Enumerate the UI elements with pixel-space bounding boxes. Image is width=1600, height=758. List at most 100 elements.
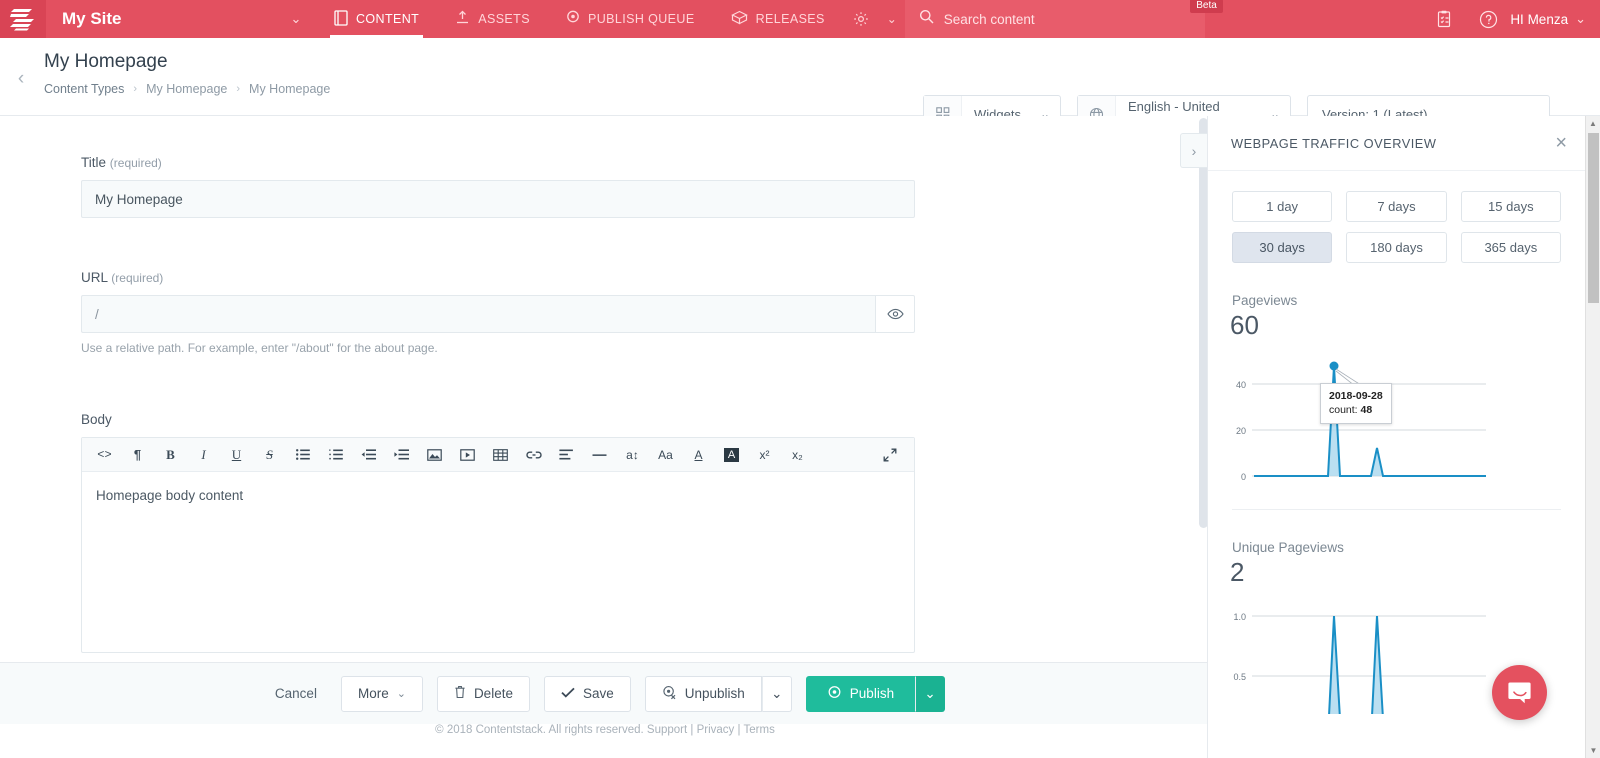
breadcrumb-item-content-type[interactable]: My Homepage — [146, 82, 227, 96]
rich-text-editor: <> ¶ B I U S a↕ Aa A A x² x₂ Homepage bo… — [81, 437, 915, 653]
subscript-icon[interactable]: x₂ — [781, 438, 814, 471]
user-menu-chevron-icon: ⌄ — [1575, 11, 1586, 26]
bulleted-list-icon[interactable] — [286, 438, 319, 471]
background-color-icon[interactable]: A — [715, 438, 748, 471]
assets-upload-icon — [455, 10, 470, 28]
gear-icon[interactable] — [843, 0, 879, 38]
settings-chevron-icon[interactable]: ⌄ — [879, 0, 905, 38]
publish-split-button: Publish ⌄ — [805, 675, 946, 712]
range-button-180-days[interactable]: 180 days — [1346, 232, 1447, 263]
range-button-1-day[interactable]: 1 day — [1232, 191, 1333, 222]
site-switcher-chevron-icon[interactable]: ⌄ — [276, 0, 316, 38]
range-button-7-days[interactable]: 7 days — [1346, 191, 1447, 222]
align-icon[interactable] — [550, 438, 583, 471]
footer-link-privacy[interactable]: Privacy — [697, 724, 735, 736]
highlighted-data-point — [1329, 361, 1339, 371]
collapse-panel-chevron-icon[interactable]: › — [1180, 133, 1207, 168]
label-text: URL — [81, 270, 108, 285]
svg-text:1.0: 1.0 — [1233, 612, 1246, 622]
footer-copyright: © 2018 Contentstack. All rights reserved… — [435, 724, 644, 736]
breadcrumb: Content Types › My Homepage › My Homepag… — [44, 82, 330, 96]
insert-table-icon[interactable] — [484, 438, 517, 471]
svg-text:20: 20 — [1236, 426, 1246, 436]
nav-item-publish-queue[interactable]: PUBLISH QUEUE — [548, 0, 713, 38]
url-field-group: URL (required) / Use a relative path. Fo… — [81, 270, 915, 355]
body-field-group: Body <> ¶ B I U S a↕ Aa A A x² x₂ Homepa… — [81, 412, 915, 653]
underline-icon[interactable]: U — [220, 438, 253, 471]
scrollbar-down-arrow-icon[interactable]: ▼ — [1586, 743, 1600, 758]
nav-item-content[interactable]: CONTENT — [316, 0, 437, 38]
user-menu[interactable]: HI Menza ⌄ — [1510, 0, 1600, 38]
bold-icon[interactable]: B — [154, 438, 187, 471]
body-editor-content[interactable]: Homepage body content — [82, 472, 914, 652]
search-input[interactable]: Search content Beta — [904, 0, 1223, 38]
font-color-icon[interactable]: A — [682, 438, 715, 471]
scrollbar-up-arrow-icon[interactable]: ▲ — [1586, 116, 1600, 131]
font-size-icon[interactable]: Aa — [649, 438, 682, 471]
url-input[interactable]: / — [81, 295, 875, 333]
beta-badge: Beta — [1190, 0, 1223, 13]
nav-item-releases[interactable]: RELEASES — [713, 0, 843, 38]
unpublish-dropdown-chevron-icon[interactable]: ⌄ — [761, 675, 792, 712]
insert-image-icon[interactable] — [418, 438, 451, 471]
site-name[interactable]: My Site — [46, 0, 276, 38]
footer-separator: | — [737, 724, 741, 736]
unpublish-button[interactable]: Unpublish — [644, 675, 762, 712]
cancel-button[interactable]: Cancel — [265, 686, 327, 701]
panel-scrollbar-thumb[interactable] — [1588, 133, 1599, 303]
breadcrumb-item-entry: My Homepage — [249, 82, 331, 96]
outdent-icon[interactable] — [352, 438, 385, 471]
insert-video-icon[interactable] — [451, 438, 484, 471]
footer-link-support[interactable]: Support — [647, 724, 687, 736]
insert-link-icon[interactable] — [517, 438, 550, 471]
more-label: More — [357, 686, 389, 701]
publish-globe-icon — [827, 685, 842, 703]
strikethrough-icon[interactable]: S — [253, 438, 286, 471]
numbered-list-icon[interactable] — [319, 438, 352, 471]
panel-header: WEBPAGE TRAFFIC OVERVIEW × — [1208, 116, 1585, 171]
contentstack-logo-icon[interactable] — [0, 0, 46, 38]
nav-item-assets[interactable]: ASSETS — [437, 0, 548, 38]
intercom-chat-icon[interactable] — [1492, 665, 1547, 720]
panel-scrollbar[interactable]: ▲ ▼ — [1585, 116, 1600, 758]
italic-icon[interactable]: I — [187, 438, 220, 471]
user-greeting: HI Menza — [1510, 11, 1569, 27]
indent-icon[interactable] — [385, 438, 418, 471]
horizontal-rule-icon[interactable] — [583, 438, 616, 471]
delete-button[interactable]: Delete — [436, 675, 530, 712]
range-button-30-days[interactable]: 30 days — [1232, 232, 1333, 263]
footer-link-terms[interactable]: Terms — [744, 724, 775, 736]
entry-action-bar: Cancel More ⌄ Delete Save Unpublish ⌄ Pu… — [0, 662, 1210, 724]
back-chevron-icon[interactable]: ‹ — [10, 68, 32, 90]
fullscreen-expand-icon[interactable] — [873, 438, 906, 471]
publish-dropdown-chevron-icon[interactable]: ⌄ — [915, 675, 946, 712]
eye-preview-icon[interactable] — [875, 295, 915, 333]
url-input-row: / — [81, 295, 915, 333]
paragraph-pilcrow-icon[interactable]: ¶ — [121, 438, 154, 471]
body-field-label: Body — [81, 412, 112, 427]
clipboard-tasks-icon[interactable] — [1422, 0, 1466, 38]
metric-value: 60 — [1230, 310, 1259, 340]
publish-button[interactable]: Publish — [805, 675, 916, 712]
range-button-365-days[interactable]: 365 days — [1460, 232, 1561, 263]
tooltip-count-value: 48 — [1360, 404, 1373, 417]
breadcrumb-separator-icon: › — [133, 83, 138, 95]
chart-tooltip: 2018-09-28 count: 48 — [1320, 383, 1392, 425]
help-question-icon[interactable] — [1466, 0, 1510, 38]
label-text: Title — [81, 155, 107, 170]
range-button-15-days[interactable]: 15 days — [1460, 191, 1561, 222]
pageviews-chart[interactable]: 40 20 0 2018-09-28 count: 48 — [1224, 357, 1561, 487]
superscript-icon[interactable]: x² — [748, 438, 781, 471]
svg-text:0.5: 0.5 — [1233, 672, 1246, 682]
releases-box-icon — [730, 10, 748, 28]
more-button[interactable]: More ⌄ — [340, 675, 423, 712]
title-input[interactable]: My Homepage — [81, 180, 915, 218]
save-label: Save — [582, 686, 614, 701]
save-button[interactable]: Save — [543, 675, 631, 712]
close-x-icon[interactable]: × — [1555, 133, 1567, 153]
code-icon[interactable]: <> — [88, 438, 121, 471]
page-title: My Homepage — [44, 51, 168, 72]
breadcrumb-item-content-types[interactable]: Content Types — [44, 82, 124, 96]
line-height-icon[interactable]: a↕ — [616, 438, 649, 471]
